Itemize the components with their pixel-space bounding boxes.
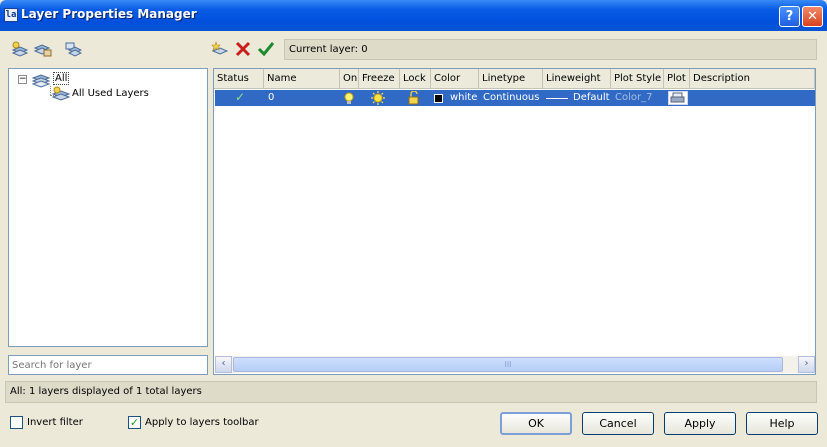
column-header-on[interactable]: On <box>340 69 359 89</box>
used-layers-filter-icon <box>51 86 71 101</box>
layer-linetype[interactable]: Continuous <box>483 92 539 103</box>
unlocked-padlock-icon[interactable] <box>407 91 421 105</box>
layer-lineweight[interactable]: Default <box>573 92 610 103</box>
ok-button[interactable]: OK <box>500 412 572 435</box>
column-header-lock[interactable]: Lock <box>400 69 431 89</box>
layer-properties-dialog: la Layer Properties Manager ? ✕ Current … <box>0 0 827 447</box>
filter-tree-panel[interactable]: − All All Used Layers <box>8 68 208 347</box>
horizontal-scrollbar[interactable]: ‹ III › <box>215 356 815 373</box>
new-property-filter-icon[interactable] <box>11 41 29 57</box>
column-header-plot[interactable]: Plot <box>664 69 690 89</box>
new-layer-icon[interactable] <box>211 41 229 57</box>
tree-item-all[interactable]: All <box>53 72 70 85</box>
scroll-left-button[interactable]: ‹ <box>215 356 232 373</box>
lightbulb-on-icon[interactable] <box>343 92 355 104</box>
search-layer-input[interactable] <box>8 355 208 375</box>
column-header-plot-style[interactable]: Plot Style <box>611 69 664 89</box>
color-swatch[interactable] <box>434 94 443 103</box>
column-header-freeze[interactable]: Freeze <box>359 69 400 89</box>
scroll-thumb[interactable]: III <box>233 357 783 372</box>
column-header-color[interactable]: Color <box>431 69 479 89</box>
delete-layer-icon[interactable] <box>234 41 252 57</box>
new-group-filter-icon[interactable] <box>34 41 52 57</box>
layer-row[interactable]: ✓ 0 white Continuous Default Color_7 <box>215 90 815 106</box>
current-layer-display: Current layer: 0 <box>284 39 817 60</box>
layer-name[interactable]: 0 <box>268 92 274 103</box>
status-bar: All: 1 layers displayed of 1 total layer… <box>5 381 817 403</box>
apply-toolbar-label: Apply to layers toolbar <box>145 417 259 428</box>
set-current-icon[interactable] <box>257 41 275 57</box>
help-button[interactable]: Help <box>746 412 818 435</box>
cancel-button[interactable]: Cancel <box>582 412 654 435</box>
close-button[interactable]: ✕ <box>802 6 823 27</box>
layer-list: Status Name On Freeze Lock Color Linetyp… <box>213 68 816 375</box>
scroll-right-button[interactable]: › <box>798 356 815 373</box>
column-header-name[interactable]: Name <box>264 69 340 89</box>
invert-filter-label: Invert filter <box>27 417 83 428</box>
printer-plot-icon[interactable] <box>668 91 688 105</box>
window-title: Layer Properties Manager <box>21 7 197 21</box>
title-help-button[interactable]: ? <box>779 6 800 27</box>
apply-button[interactable]: Apply <box>664 412 736 435</box>
column-header-linetype[interactable]: Linetype <box>479 69 543 89</box>
lineweight-sample-line <box>546 98 568 99</box>
collapse-toggle[interactable]: − <box>18 75 27 84</box>
column-header-description[interactable]: Description <box>690 69 815 89</box>
tree-item-all-used-layers[interactable]: All Used Layers <box>72 88 149 99</box>
invert-filter-checkbox[interactable] <box>10 416 23 429</box>
layer-plot-style: Color_7 <box>615 92 653 103</box>
layer-states-manager-icon[interactable] <box>64 41 82 57</box>
column-header-lineweight[interactable]: Lineweight <box>543 69 611 89</box>
current-status-icon: ✓ <box>235 90 246 104</box>
layer-color[interactable]: white <box>450 92 477 103</box>
apply-toolbar-checkbox[interactable]: ✓ <box>128 416 141 429</box>
column-header-status[interactable]: Status <box>214 69 264 89</box>
title-bar[interactable]: la Layer Properties Manager ? ✕ <box>0 0 827 31</box>
app-icon: la <box>4 8 18 22</box>
sun-thawed-icon[interactable] <box>371 91 385 105</box>
layers-filter-icon <box>32 74 51 88</box>
